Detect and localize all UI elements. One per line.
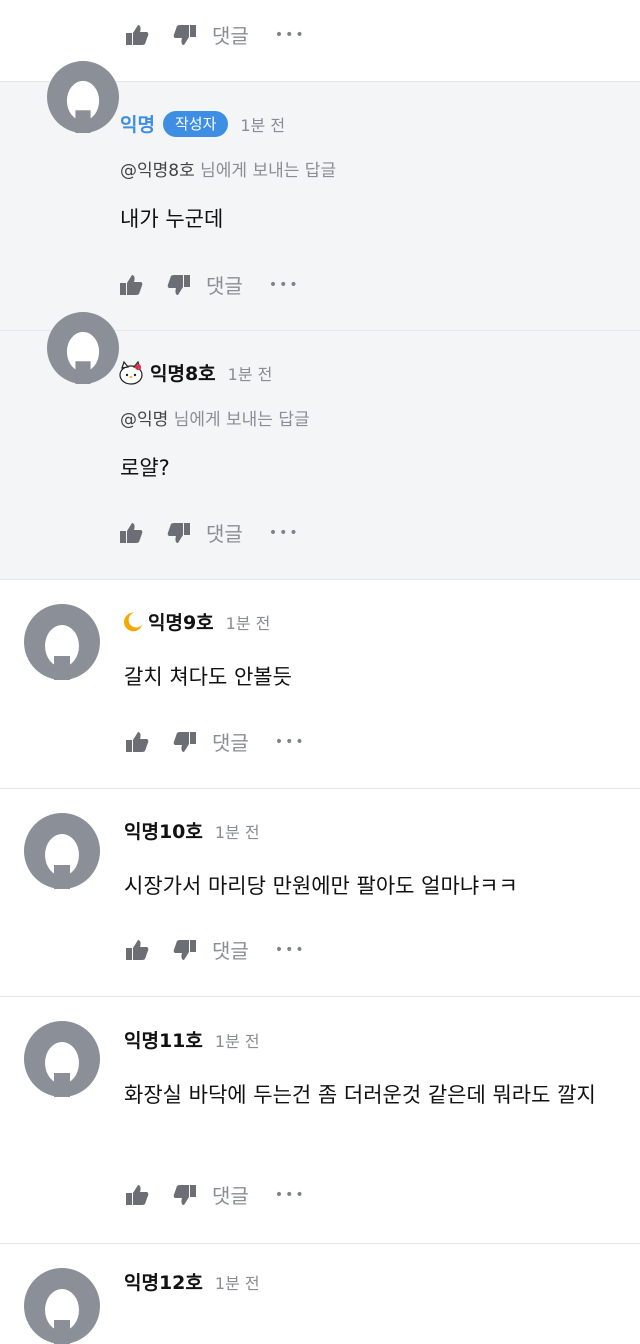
divider — [0, 1243, 640, 1244]
thumbs-down-icon[interactable] — [172, 729, 198, 755]
divider — [0, 788, 640, 789]
comment-header: 익명 작성자 1분 전 — [120, 110, 285, 137]
comment-actions: 댓글 ••• — [124, 727, 306, 756]
comment-actions: 댓글 ••• — [118, 518, 300, 547]
comment-time: 1분 전 — [227, 364, 273, 384]
comment-time: 1분 전 — [240, 115, 286, 135]
thumbs-down-icon[interactable] — [166, 272, 192, 298]
more-options-icon[interactable]: ••• — [275, 27, 306, 43]
thumbs-down-icon[interactable] — [172, 937, 198, 963]
comment-text: 로얄? — [120, 456, 170, 480]
thumbs-down-icon[interactable] — [166, 520, 192, 546]
more-options-icon[interactable]: ••• — [269, 525, 300, 541]
comment-time: 1분 전 — [214, 822, 260, 842]
comment-actions: 댓글 ••• — [124, 20, 306, 49]
more-options-icon[interactable]: ••• — [275, 1187, 306, 1203]
author-name[interactable]: 익명8호 — [150, 359, 216, 386]
reply-button[interactable]: 댓글 — [212, 1180, 249, 1209]
comment-header: 익명12호 1분 전 — [124, 1268, 260, 1295]
thumbs-down-icon[interactable] — [172, 22, 198, 48]
mention-target[interactable]: @익명 — [120, 410, 168, 430]
avatar[interactable] — [47, 312, 119, 384]
thumbs-up-icon[interactable] — [124, 22, 150, 48]
comment-header: 익명8호 1분 전 — [118, 359, 272, 386]
avatar[interactable] — [24, 604, 100, 680]
reply-button[interactable]: 댓글 — [206, 270, 243, 299]
thumbs-up-icon[interactable] — [118, 272, 144, 298]
avatar[interactable] — [24, 813, 100, 889]
reply-button[interactable]: 댓글 — [212, 20, 249, 49]
comment-header: 익명9호 1분 전 — [122, 608, 270, 635]
comment-text: 화장실 바닥에 두는건 좀 더러운것 같은데 뭐라도 깔지 — [124, 1083, 596, 1107]
comment-time: 1분 전 — [214, 1031, 260, 1051]
more-options-icon[interactable]: ••• — [269, 277, 300, 293]
comment-text: 내가 누군데 — [120, 207, 224, 231]
avatar[interactable] — [47, 61, 119, 133]
mention-target[interactable]: @익명8호 — [120, 161, 195, 181]
comment-header: 익명11호 1분 전 — [124, 1026, 260, 1053]
thumbs-up-icon[interactable] — [118, 520, 144, 546]
comment-header: 익명10호 1분 전 — [124, 817, 260, 844]
reply-mention: @익명8호 님에게 보내는 답글 — [120, 156, 336, 181]
more-options-icon[interactable]: ••• — [275, 942, 306, 958]
author-badge: 작성자 — [162, 110, 229, 137]
thumbs-up-icon[interactable] — [124, 937, 150, 963]
avatar[interactable] — [24, 1268, 100, 1344]
hello-kitty-icon — [119, 360, 143, 385]
thumbs-up-icon[interactable] — [124, 729, 150, 755]
reply-button[interactable]: 댓글 — [212, 935, 249, 964]
comment-actions: 댓글 ••• — [118, 270, 300, 299]
comment-time: 1분 전 — [225, 613, 271, 633]
moon-badge-icon — [124, 612, 143, 631]
divider — [0, 579, 640, 580]
divider — [0, 996, 640, 997]
reply-button[interactable]: 댓글 — [212, 727, 249, 756]
comment-time: 1분 전 — [214, 1273, 260, 1293]
author-name[interactable]: 익명12호 — [124, 1268, 203, 1295]
more-options-icon[interactable]: ••• — [275, 734, 306, 750]
author-name[interactable]: 익명 — [120, 110, 155, 137]
mention-suffix: 님에게 보내는 답글 — [200, 161, 337, 181]
thumbs-down-icon[interactable] — [172, 1182, 198, 1208]
reply-mention: @익명 님에게 보내는 답글 — [120, 405, 310, 430]
thumbs-up-icon[interactable] — [124, 1182, 150, 1208]
avatar[interactable] — [24, 1021, 100, 1097]
comment-text: 시장가서 마리당 만원에만 팔아도 얼마냐ㅋㅋ — [124, 874, 518, 898]
reply-button[interactable]: 댓글 — [206, 518, 243, 547]
author-name[interactable]: 익명9호 — [148, 608, 214, 635]
mention-suffix: 님에게 보내는 답글 — [173, 410, 310, 430]
comment-text: 갈치 쳐다도 안볼듯 — [124, 665, 292, 689]
author-name[interactable]: 익명10호 — [124, 817, 203, 844]
comment-actions: 댓글 ••• — [124, 935, 306, 964]
author-name[interactable]: 익명11호 — [124, 1026, 203, 1053]
comment-actions: 댓글 ••• — [124, 1180, 306, 1209]
